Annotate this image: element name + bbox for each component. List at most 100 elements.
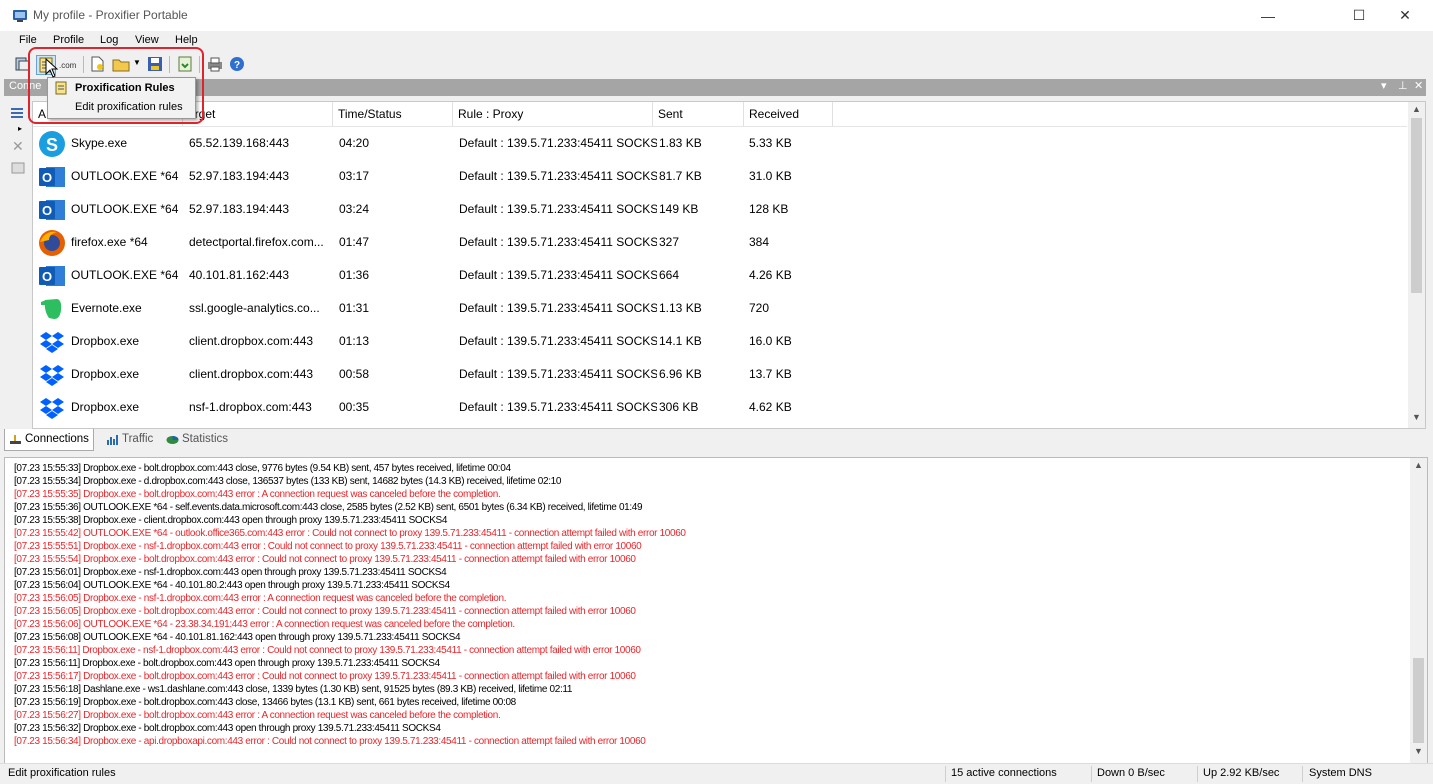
maximize-button[interactable]: ☐ xyxy=(1336,0,1382,31)
title-bar: My profile - Proxifier Portable — ☐ ✕ xyxy=(0,0,1433,31)
cell-time-status: 01:36 xyxy=(339,268,370,282)
cell-application: firefox.exe *64 xyxy=(71,235,148,249)
table-row[interactable]: Dropbox.exe client.dropbox.com:443 01:13 De… xyxy=(33,325,1407,358)
statistics-tab-icon xyxy=(166,436,179,444)
cell-time-status: 03:24 xyxy=(339,202,370,216)
tab-traffic[interactable]: Traffic xyxy=(102,429,157,450)
panel-pin-icon[interactable]: ⊥ xyxy=(1398,79,1408,92)
svg-text:O: O xyxy=(42,203,52,218)
connections-tab-icon xyxy=(10,435,21,444)
cell-rule-proxy: Default : 139.5.71.233:45411 SOCKS4 xyxy=(459,301,657,315)
log-line-error: [07.23 15:56:06] OUTLOOK.EXE *64 - 23.38… xyxy=(14,619,515,630)
column-header-rule-proxy[interactable]: Rule : Proxy xyxy=(453,102,653,126)
help-icon[interactable]: ? xyxy=(228,55,246,73)
dropbox-icon xyxy=(40,332,64,353)
cell-application: Evernote.exe xyxy=(71,301,142,315)
mouse-cursor-icon xyxy=(45,58,59,78)
connections-list: A arget Time/Status Rule : Proxy Sent Re… xyxy=(32,101,1426,429)
connections-panel-header: Conne ▾ ⊥ ✕ xyxy=(4,79,1426,96)
table-row[interactable]: Dropbox.exe nsf-1.dropbox.com:443 00:35 Def… xyxy=(33,391,1407,424)
status-bar: Edit proxification rules 15 active conne… xyxy=(0,763,1433,784)
table-row[interactable]: O OUTLOOK.EXE *64 40.101.81.162:443 01:36 De… xyxy=(33,259,1407,292)
cell-application: Skype.exe xyxy=(71,136,128,150)
tab-statistics[interactable]: Statistics xyxy=(162,429,232,450)
table-row[interactable]: Dropbox.exe client.dropbox.com:443 00:58 De… xyxy=(33,358,1407,391)
cell-received: 4.62 KB xyxy=(749,400,792,414)
menu-file[interactable]: File xyxy=(19,34,37,46)
cell-sent: 1.13 KB xyxy=(659,301,702,315)
app-icon xyxy=(13,10,27,22)
log-line: [07.23 15:55:34] Dropbox.exe - d.dropbox… xyxy=(14,476,562,487)
cell-received: 5.33 KB xyxy=(749,136,792,150)
log-line-error: [07.23 15:55:51] Dropbox.exe - nsf-1.dro… xyxy=(14,541,642,552)
cell-application: OUTLOOK.EXE *64 xyxy=(71,268,179,282)
cell-sent: 81.7 KB xyxy=(659,169,702,183)
log-line-error: [07.23 15:56:11] Dropbox.exe - nsf-1.dro… xyxy=(14,645,641,656)
status-message: Edit proxification rules xyxy=(8,767,116,779)
cell-received: 720 xyxy=(749,301,770,315)
log-line-error: [07.23 15:56:17] Dropbox.exe - bolt.drop… xyxy=(14,671,636,682)
connection-details-icon[interactable] xyxy=(11,161,25,175)
cell-time-status: 04:20 xyxy=(339,136,370,150)
outlook-icon: O xyxy=(39,200,65,220)
log-scroll-thumb[interactable] xyxy=(1413,658,1424,743)
svg-text:S: S xyxy=(46,135,58,155)
cell-received: 31.0 KB xyxy=(749,169,792,183)
log-line: [07.23 15:56:18] Dashlane.exe - ws1.dash… xyxy=(14,684,573,695)
cell-target: 40.101.81.162:443 xyxy=(189,268,290,282)
cell-received: 4.26 KB xyxy=(749,268,792,282)
cell-sent: 306 KB xyxy=(659,400,699,414)
close-connection-icon[interactable]: ✕ xyxy=(12,138,24,155)
panel-close-icon[interactable]: ✕ xyxy=(1414,79,1423,92)
dropbox-icon xyxy=(40,398,64,419)
menu-profile[interactable]: Profile xyxy=(53,34,84,46)
cell-target: 65.52.139.168:443 xyxy=(189,136,290,150)
firefox-icon xyxy=(39,230,65,256)
log-line: [07.23 15:55:36] OUTLOOK.EXE *64 - self.… xyxy=(14,502,643,513)
table-row[interactable]: O OUTLOOK.EXE *64 52.97.183.194:443 03:17 De… xyxy=(33,160,1407,193)
cell-time-status: 01:47 xyxy=(339,235,370,249)
svg-text:O: O xyxy=(42,170,52,185)
cell-application: Dropbox.exe xyxy=(71,367,140,381)
bottom-tabs: Connections Traffic Statistics xyxy=(4,429,1426,451)
skype-icon: S xyxy=(39,131,65,157)
panel-menu-icon[interactable]: ▾ xyxy=(1381,79,1387,92)
table-row[interactable]: O OUTLOOK.EXE *64 52.97.183.194:443 03:24 De… xyxy=(33,193,1407,226)
minimize-button[interactable]: — xyxy=(1245,0,1291,31)
cell-rule-proxy: Default : 139.5.71.233:45411 SOCKS4 xyxy=(459,202,657,216)
cell-target: 52.97.183.194:443 xyxy=(189,202,290,216)
cell-sent: 6.96 KB xyxy=(659,367,702,381)
traffic-tab-icon xyxy=(107,435,118,445)
log-line: [07.23 15:56:32] Dropbox.exe - bolt.drop… xyxy=(14,723,441,734)
connections-scrollbar[interactable]: ▲ ▼ xyxy=(1408,102,1425,428)
download-rate: Down 0 B/sec xyxy=(1097,767,1165,779)
menu-view[interactable]: View xyxy=(135,34,159,46)
cell-time-status: 03:17 xyxy=(339,169,370,183)
column-header-target[interactable]: arget xyxy=(183,102,333,126)
log-line: [07.23 15:55:33] Dropbox.exe - bolt.drop… xyxy=(14,463,511,474)
cell-application: Dropbox.exe xyxy=(71,334,140,348)
cell-rule-proxy: Default : 139.5.71.233:45411 SOCKS4 xyxy=(459,169,657,183)
log-scrollbar[interactable]: ▲ ▼ xyxy=(1410,458,1427,763)
log-line-error: [07.23 15:56:05] Dropbox.exe - bolt.drop… xyxy=(14,606,636,617)
close-button[interactable]: ✕ xyxy=(1382,0,1428,31)
connection-tools: ▸ ✕ xyxy=(4,97,31,427)
table-row[interactable]: firefox.exe *64 detectportal.firefox.com.… xyxy=(33,226,1407,259)
cell-received: 128 KB xyxy=(749,202,789,216)
list-view-icon[interactable] xyxy=(10,106,24,120)
column-header-sent[interactable]: Sent xyxy=(653,102,744,126)
column-header-time-status[interactable]: Time/Status xyxy=(333,102,453,126)
expand-icon[interactable]: ▸ xyxy=(18,124,22,133)
cell-target: ssl.google-analytics.co... xyxy=(189,301,320,315)
print-icon[interactable] xyxy=(206,55,224,73)
tab-connections[interactable]: Connections xyxy=(4,429,94,451)
table-row[interactable]: S Skype.exe 65.52.139.168:443 04:20 Default … xyxy=(33,127,1407,160)
active-connections-count: 15 active connections xyxy=(951,767,1057,779)
cell-sent: 149 KB xyxy=(659,202,699,216)
table-row[interactable]: Evernote.exe ssl.google-analytics.co... 01… xyxy=(33,292,1407,325)
menu-log[interactable]: Log xyxy=(100,34,118,46)
scroll-thumb[interactable] xyxy=(1411,118,1422,293)
menu-help[interactable]: Help xyxy=(175,34,198,46)
column-header-received[interactable]: Received xyxy=(744,102,833,126)
log-line-error: [07.23 15:55:42] OUTLOOK.EXE *64 - outlo… xyxy=(14,528,686,539)
